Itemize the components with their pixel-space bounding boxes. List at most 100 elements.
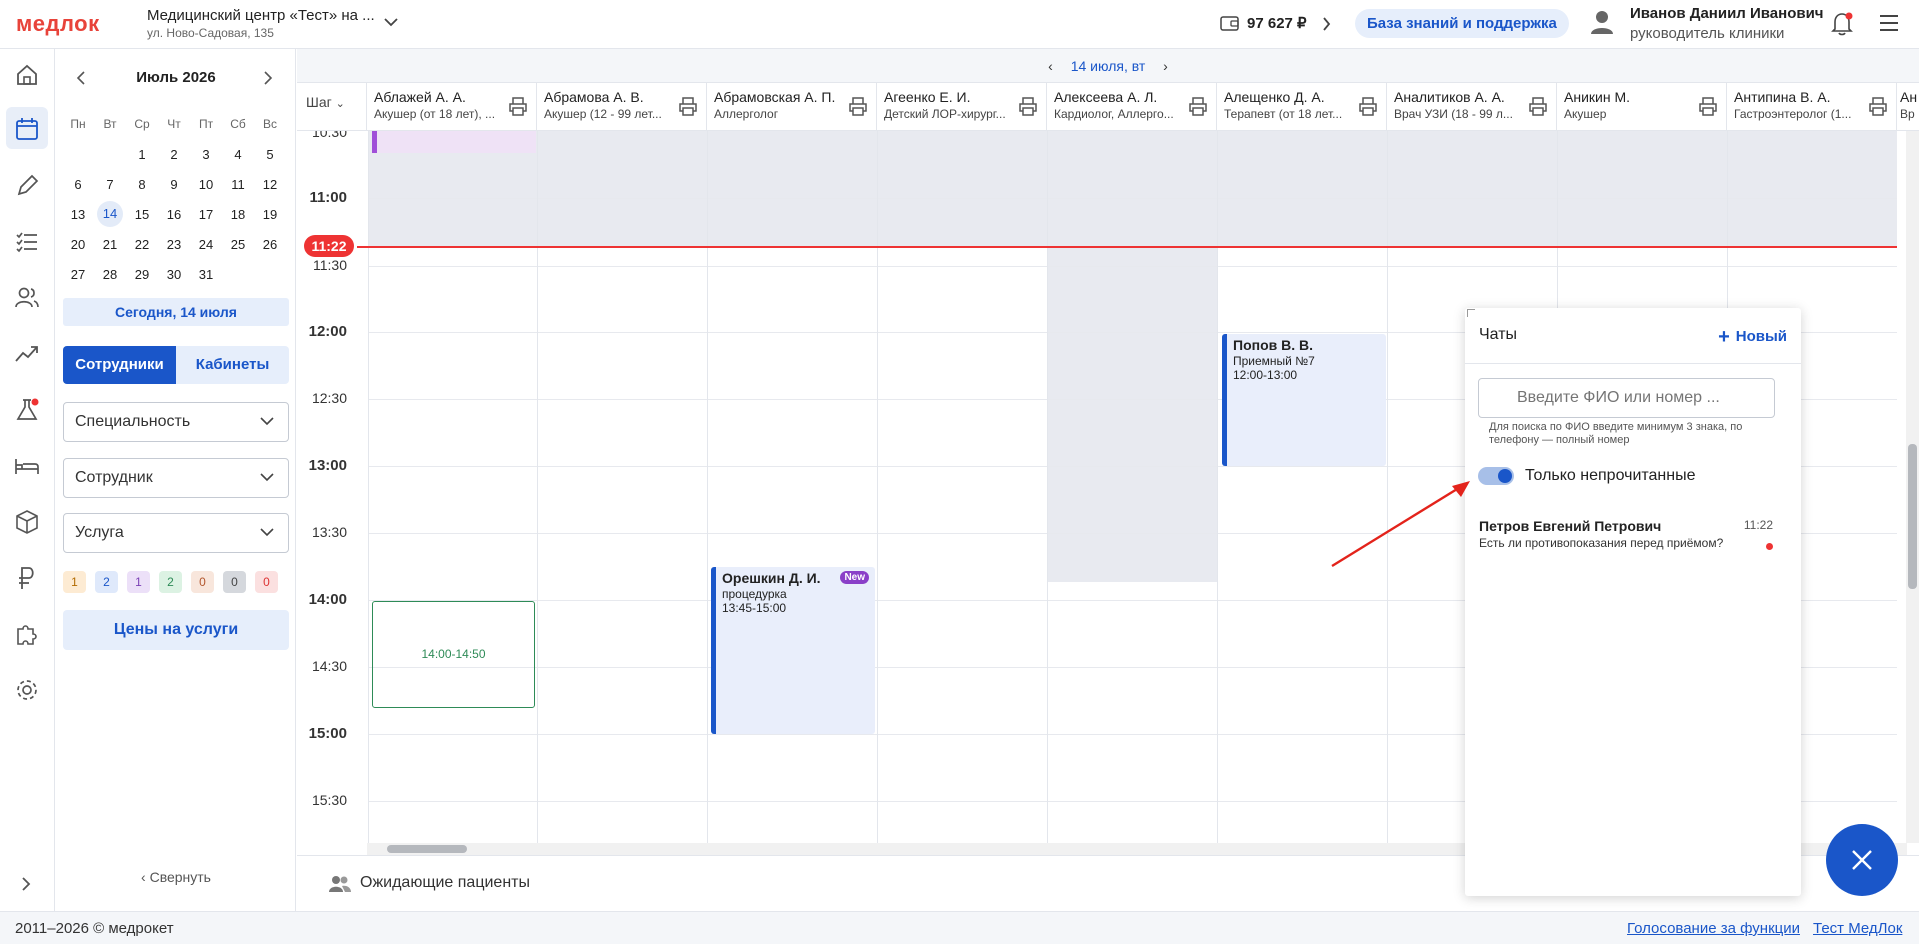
calendar-day[interactable]: 5 [254,147,286,162]
printer-icon[interactable] [848,97,868,116]
home-icon[interactable] [14,62,40,88]
printer-icon[interactable] [1358,97,1378,116]
ruble-icon[interactable] [14,565,40,591]
current-date[interactable]: 14 июля, вт [1071,58,1146,74]
box-icon[interactable] [14,509,40,535]
pen-icon[interactable] [14,173,40,199]
calendar-day[interactable]: 13 [62,207,94,222]
calendar-day[interactable]: 26 [254,237,286,252]
employee-select[interactable]: Сотрудник [63,458,289,498]
calendar-day[interactable]: 27 [62,267,94,282]
calendar-day[interactable]: 20 [62,237,94,252]
calendar-day[interactable]: 24 [190,237,222,252]
vertical-scroll-thumb[interactable] [1908,444,1917,589]
calendar-day[interactable]: 16 [158,207,190,222]
expand-chevron-icon[interactable] [21,876,31,892]
doctor-column-header[interactable]: Алещенко Д. А. Терапевт (от 18 лет... [1217,83,1387,131]
unread-only-toggle[interactable] [1478,467,1514,485]
clinic-selector[interactable]: Медицинский центр «Тест» на ... ул. Ново… [147,6,375,41]
vote-link[interactable]: Голосование за функции [1627,920,1800,937]
calendar-day[interactable]: 23 [158,237,190,252]
specialty-select[interactable]: Специальность [63,402,289,442]
calendar-day[interactable]: 2 [158,147,190,162]
calendar-icon[interactable] [14,116,40,142]
calendar-day[interactable]: 17 [190,207,222,222]
printer-icon[interactable] [1868,97,1888,116]
tab-staff[interactable]: Сотрудники [63,346,176,384]
calendar-day[interactable]: 6 [62,177,94,192]
counter-badge[interactable]: 2 [159,571,182,593]
calendar-day[interactable]: 11 [222,177,254,192]
counter-badge[interactable]: 0 [191,571,214,593]
horizontal-scroll-thumb[interactable] [387,845,467,853]
test-link[interactable]: Тест МедЛок [1813,920,1902,937]
doctor-column-header[interactable]: Абрамова А. В. Акушер (12 - 99 лет... [537,83,707,131]
printer-icon[interactable] [678,97,698,116]
calendar-day[interactable]: 29 [126,267,158,282]
previous-appointment[interactable] [372,131,536,153]
chevron-right-icon[interactable] [1322,17,1331,31]
appointment-card[interactable]: Орешкин Д. И. New процедурка 13:45-15:00 [711,567,875,734]
calendar-day[interactable]: 22 [126,237,158,252]
calendar-day[interactable]: 3 [190,147,222,162]
printer-icon[interactable] [1528,97,1548,116]
step-selector[interactable]: Шаг ⌄ [297,83,367,131]
analytics-icon[interactable] [14,341,40,367]
user-info[interactable]: Иванов Даниил Иванович руководитель клин… [1630,4,1824,44]
calendar-day[interactable]: 30 [158,267,190,282]
calendar-day[interactable]: 18 [222,207,254,222]
prev-day-icon[interactable]: ‹ [1048,58,1053,74]
calendar-day[interactable]: 25 [222,237,254,252]
calendar-day[interactable]: 12 [254,177,286,192]
knowledge-base-button[interactable]: База знаний и поддержка [1355,9,1569,38]
doctor-column-header[interactable]: Абрамовская А. П. Аллерголог [707,83,877,131]
tab-rooms[interactable]: Кабинеты [176,346,289,384]
printer-icon[interactable] [1018,97,1038,116]
calendar-day-today[interactable]: 14 [97,201,123,227]
free-slot[interactable]: 14:00-14:50 [372,601,535,708]
collapse-button[interactable]: ‹ Свернуть [56,869,296,885]
calendar-day[interactable]: 28 [94,267,126,282]
service-prices-button[interactable]: Цены на услуги [63,610,289,650]
calendar-day[interactable]: 4 [222,147,254,162]
calendar-day[interactable]: 10 [190,177,222,192]
printer-icon[interactable] [1698,97,1718,116]
chat-search-input[interactable] [1478,378,1775,418]
settings-gear-icon[interactable] [14,677,40,703]
calendar-day[interactable]: 15 [126,207,158,222]
counter-badge[interactable]: 1 [63,571,86,593]
counter-badge[interactable]: 0 [223,571,246,593]
printer-icon[interactable] [508,97,528,116]
today-button[interactable]: Сегодня, 14 июля [63,298,289,326]
resize-handle[interactable] [1467,309,1475,317]
calendar-day[interactable]: 7 [94,177,126,192]
calendar-day[interactable]: 9 [158,177,190,192]
printer-icon[interactable] [1188,97,1208,116]
new-chat-button[interactable]: + Новый [1718,326,1787,349]
counter-badge[interactable]: 2 [95,571,118,593]
bell-icon[interactable] [1830,11,1854,36]
chevron-down-icon[interactable] [384,17,398,27]
calendar-day[interactable]: 1 [126,147,158,162]
doctor-column-header[interactable]: Аналитиков А. А. Врач УЗИ (18 - 99 л... [1387,83,1557,131]
calendar-day[interactable]: 8 [126,177,158,192]
service-select[interactable]: Услуга [63,513,289,553]
chat-list-item[interactable]: Петров Евгений Петрович 11:22 Есть ли пр… [1465,506,1801,556]
doctor-column-header[interactable]: Ан Вр [1897,83,1919,131]
balance[interactable]: 97 627 ₽ [1247,14,1307,32]
puzzle-icon[interactable] [14,621,40,647]
doctor-column-header[interactable]: Алексеева А. Л. Кардиолог, Аллерго... [1047,83,1217,131]
checklist-icon[interactable] [14,229,40,255]
next-day-icon[interactable]: › [1163,58,1168,74]
counter-badge[interactable]: 1 [127,571,150,593]
doctor-column-header[interactable]: Антипина В. А. Гастроэнтеролог (1... [1727,83,1897,131]
doctor-column-header[interactable]: Агеенко Е. И. Детский ЛОР-хирург... [877,83,1047,131]
close-chat-button[interactable] [1826,824,1898,896]
menu-icon[interactable] [1879,14,1899,32]
doctor-column-header[interactable]: Аблажей А. А. Акушер (от 18 лет), ... [367,83,537,131]
next-month-icon[interactable] [263,70,273,86]
logo[interactable]: медлок [16,11,100,37]
patients-icon[interactable] [14,285,40,311]
lab-flask-icon[interactable] [14,397,40,423]
counter-badge[interactable]: 0 [255,571,278,593]
